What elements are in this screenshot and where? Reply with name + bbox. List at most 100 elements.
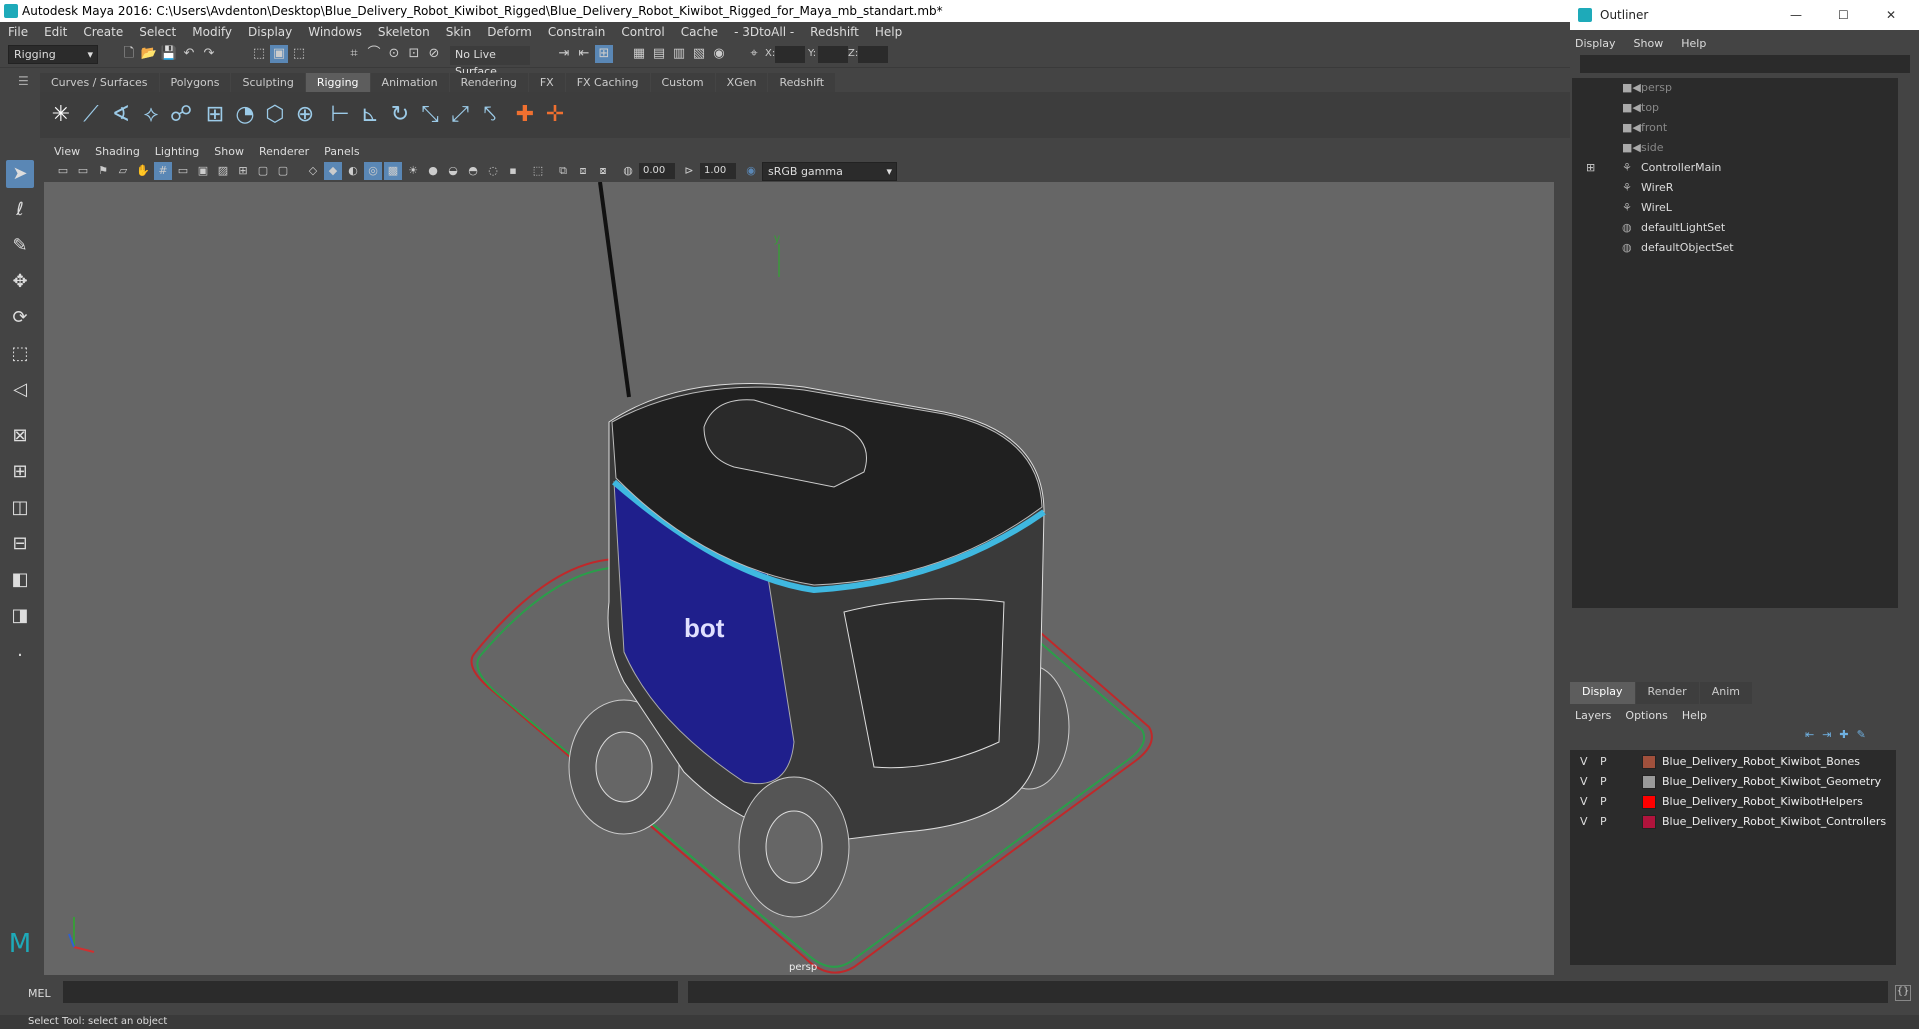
- ik-spline-icon[interactable]: ⟡: [136, 100, 166, 130]
- custom-layout-icon[interactable]: ◨: [6, 602, 34, 630]
- point-constraint-icon[interactable]: ⊢: [325, 100, 355, 130]
- safe-action-icon[interactable]: ▢: [254, 162, 272, 180]
- rotate-tool-icon[interactable]: ⟳: [6, 304, 34, 332]
- outliner-item[interactable]: ■◀persp: [1622, 78, 1672, 98]
- exposure-icon[interactable]: ◍: [619, 162, 637, 180]
- maximize-icon[interactable]: ☐: [1838, 0, 1849, 30]
- playback-toggle[interactable]: P: [1600, 792, 1607, 812]
- menu-item[interactable]: Cache: [681, 25, 718, 39]
- orient-constraint-icon[interactable]: ⊾: [355, 100, 385, 130]
- menu-item[interactable]: Constrain: [548, 25, 606, 39]
- color-management-icon[interactable]: ◉: [742, 162, 760, 180]
- menu-item[interactable]: Modify: [192, 25, 232, 39]
- command-input[interactable]: [63, 981, 678, 1003]
- image-plane-icon[interactable]: ▱: [114, 162, 132, 180]
- select-object-icon[interactable]: ▣: [270, 45, 288, 63]
- outliner-menu-item[interactable]: Display: [1575, 37, 1616, 50]
- panel-menu-item[interactable]: View: [54, 145, 80, 158]
- playback-toggle[interactable]: P: [1600, 812, 1607, 832]
- joint-tool-icon[interactable]: ✳: [46, 100, 76, 130]
- locator-icon[interactable]: ✚: [510, 100, 540, 130]
- xray-icon[interactable]: ⧉: [554, 162, 572, 180]
- isolate-select-icon[interactable]: ⬚: [529, 162, 547, 180]
- outliner-item[interactable]: ◍ defaultObjectSet: [1622, 238, 1734, 258]
- quick-rig-icon[interactable]: ☍: [166, 100, 196, 130]
- render-view-icon[interactable]: ▦: [630, 45, 648, 63]
- layer-color-swatch[interactable]: [1642, 795, 1656, 809]
- playback-toggle[interactable]: P: [1600, 752, 1607, 772]
- panel-menu-item[interactable]: Lighting: [155, 145, 199, 158]
- live-surface-field[interactable]: No Live Surface: [450, 46, 530, 78]
- default-material-icon[interactable]: ◐: [344, 162, 362, 180]
- menu-set-dropdown[interactable]: Rigging ▾: [8, 45, 98, 64]
- scale-tool-icon[interactable]: ⬚: [6, 340, 34, 368]
- visibility-toggle[interactable]: V: [1580, 812, 1588, 832]
- bind-skin-icon[interactable]: ⊞: [200, 100, 230, 130]
- single-perspective-icon[interactable]: ⊠: [6, 422, 34, 450]
- anti-alias-icon[interactable]: ◌: [484, 162, 502, 180]
- outliner-item[interactable]: ⊞ ⚘ ControllerMain: [1586, 158, 1721, 178]
- output-ops-icon[interactable]: ⇤: [575, 45, 593, 63]
- cluster-icon[interactable]: ⊕: [290, 100, 320, 130]
- x-input[interactable]: [775, 46, 805, 63]
- toolbox-menu-icon[interactable]: ·: [6, 642, 34, 670]
- outliner-menu-item[interactable]: Help: [1681, 37, 1706, 50]
- resolution-gate-icon[interactable]: ▣: [194, 162, 212, 180]
- select-component-icon[interactable]: ⬚: [290, 45, 308, 63]
- persp-graph-icon[interactable]: ⊟: [6, 530, 34, 558]
- layer-row[interactable]: V P Blue_Delivery_Robot_Kiwibot_Geometry: [1570, 772, 1896, 792]
- exposure-field[interactable]: 0.00: [639, 163, 675, 179]
- panel-menu-item[interactable]: Renderer: [259, 145, 309, 158]
- close-icon[interactable]: ✕: [1886, 0, 1896, 30]
- layer-menu-item[interactable]: Layers: [1575, 709, 1611, 722]
- y-input[interactable]: [818, 46, 848, 63]
- wireframe-icon[interactable]: ◇: [304, 162, 322, 180]
- outliner-item[interactable]: ■◀side: [1622, 138, 1664, 158]
- menu-item[interactable]: Control: [621, 25, 664, 39]
- playback-toggle[interactable]: P: [1600, 772, 1607, 792]
- menu-item[interactable]: Deform: [487, 25, 532, 39]
- paint-select-icon[interactable]: ✎: [6, 232, 34, 260]
- layer-color-swatch[interactable]: [1642, 775, 1656, 789]
- redo-icon[interactable]: ↷: [200, 45, 218, 63]
- insert-joint-icon[interactable]: ⟋: [76, 100, 106, 130]
- menu-item[interactable]: - 3DtoAll -: [734, 25, 794, 39]
- transform-constraint-icon[interactable]: ⌖: [745, 45, 763, 63]
- render-current-icon[interactable]: ▤: [650, 45, 668, 63]
- layer-menu-item[interactable]: Options: [1625, 709, 1667, 722]
- xray-joints-icon[interactable]: ⧈: [574, 162, 592, 180]
- menu-item[interactable]: Skin: [446, 25, 472, 39]
- outliner-item[interactable]: ■◀front: [1622, 118, 1667, 138]
- menu-item[interactable]: Edit: [44, 25, 67, 39]
- gamma-field[interactable]: 1.00: [700, 163, 736, 179]
- hypershade-layout-icon[interactable]: ◧: [6, 566, 34, 594]
- smooth-shade-icon[interactable]: ◆: [324, 162, 342, 180]
- menu-item[interactable]: Skeleton: [378, 25, 430, 39]
- film-gate-icon[interactable]: ▭: [174, 162, 192, 180]
- lattice-icon[interactable]: ⬡: [260, 100, 290, 130]
- outliner-menu-item[interactable]: Show: [1634, 37, 1664, 50]
- shelf-tab[interactable]: Sculpting: [231, 73, 305, 92]
- paint-weights-icon[interactable]: ◔: [230, 100, 260, 130]
- persp-outliner-icon[interactable]: ◫: [6, 494, 34, 522]
- grid-icon[interactable]: #: [154, 162, 172, 180]
- panel-menu-item[interactable]: Panels: [324, 145, 359, 158]
- outliner-item[interactable]: ■◀top: [1622, 98, 1659, 118]
- layer-row[interactable]: V P Blue_Delivery_Robot_Kiwibot_Bones: [1570, 752, 1896, 772]
- screen-space-ao-icon[interactable]: ◒: [444, 162, 462, 180]
- shelf-tab[interactable]: Polygons: [159, 73, 231, 92]
- shelf-tab[interactable]: Rendering: [449, 73, 528, 92]
- menu-item[interactable]: Display: [248, 25, 292, 39]
- menu-item[interactable]: Redshift: [810, 25, 859, 39]
- shelf-tab[interactable]: FX: [528, 73, 565, 92]
- layer-row[interactable]: V P Blue_Delivery_Robot_Kiwibot_Controller…: [1570, 812, 1896, 832]
- bookmark-icon[interactable]: ⚑: [94, 162, 112, 180]
- shelf-tab[interactable]: FX Caching: [565, 73, 650, 92]
- menu-item[interactable]: Windows: [308, 25, 362, 39]
- safe-title-icon[interactable]: ▢: [274, 162, 292, 180]
- visibility-toggle[interactable]: V: [1580, 752, 1588, 772]
- panel-menu-item[interactable]: Shading: [95, 145, 140, 158]
- two-d-pan-icon[interactable]: ✋: [134, 162, 152, 180]
- camera-attr-icon[interactable]: ▭: [74, 162, 92, 180]
- view-transform-dropdown[interactable]: sRGB gamma ▾: [762, 162, 897, 181]
